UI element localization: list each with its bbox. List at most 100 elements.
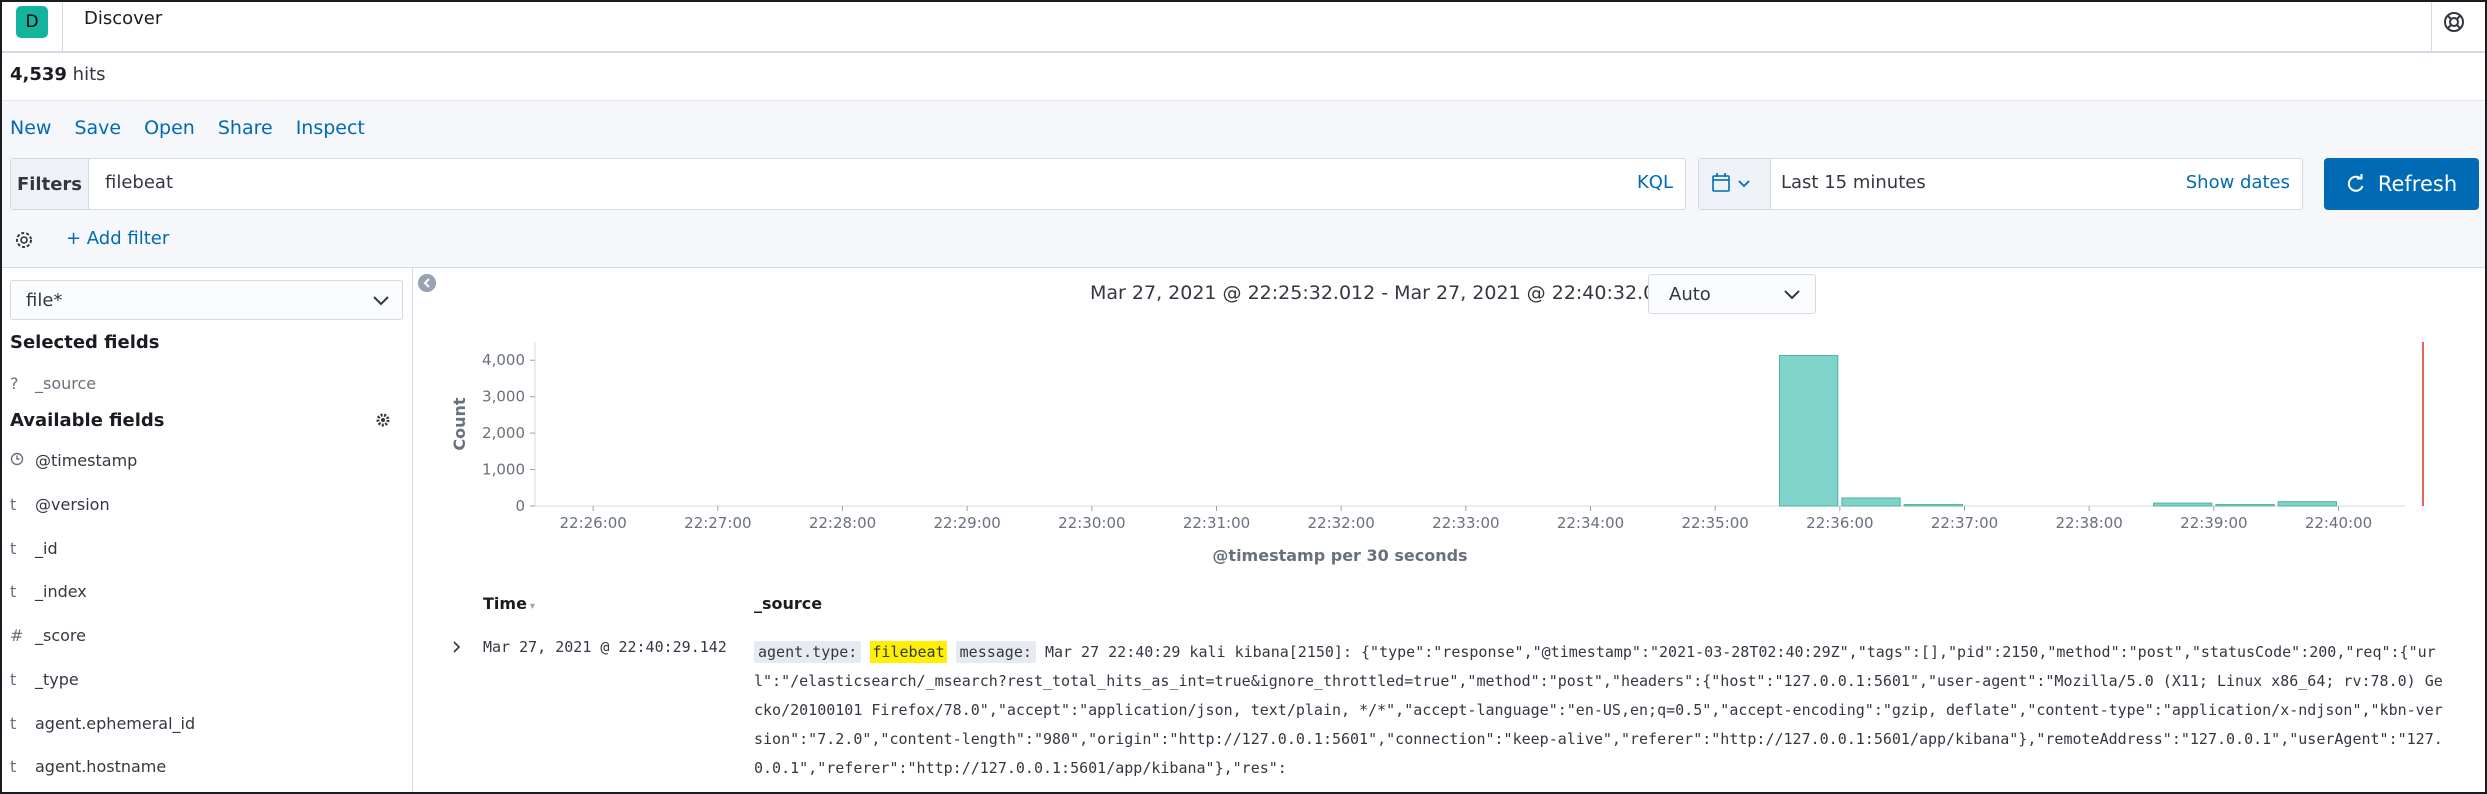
field-name: _index [35,581,87,601]
collapse-sidebar-icon[interactable] [418,274,436,292]
x-tick-label: 22:26:00 [559,514,626,532]
clock-icon [10,451,35,470]
sort-icon[interactable]: ▾ [530,601,535,612]
string-type-icon: t [10,713,17,733]
field-key: agent.type: [754,641,862,663]
field-item[interactable]: t _id [10,536,58,560]
field-name: _type [35,669,79,689]
x-tick-label: 22:34:00 [1557,514,1624,532]
refresh-label: Refresh [2377,172,2458,196]
save-link[interactable]: Save [74,117,121,139]
histogram-bar [1841,497,1901,507]
field-name: @version [35,494,110,514]
x-tick-label: 22:37:00 [1931,514,1998,532]
x-tick-label: 22:39:00 [2180,514,2247,532]
field-name: agent.hostname [35,756,167,776]
hits-label: hits [66,64,106,85]
query-bar[interactable]: Filters filebeat KQL [10,158,1686,210]
field-item[interactable]: # _score [10,623,86,647]
gear-icon[interactable] [375,412,391,428]
x-tick-label: 22:27:00 [684,514,751,532]
field-key: message: [955,641,1036,663]
refresh-button[interactable]: Refresh [2324,158,2479,210]
index-pattern-value: file* [26,290,63,311]
field-item[interactable]: t agent.hostname [10,754,166,778]
field-name: agent.ephemeral_id [35,713,196,733]
field-name: _id [35,538,58,558]
interval-value: Auto [1669,284,1711,305]
date-picker[interactable]: Last 15 minutes Show dates [1698,158,2303,210]
gear-icon[interactable] [12,228,36,252]
y-tick-label: 0 [515,497,525,515]
y-tick-label: 4,000 [482,351,525,369]
x-tick-label: 22:28:00 [809,514,876,532]
x-tick-label: 22:35:00 [1681,514,1748,532]
histogram-bar [1779,354,1839,507]
hits-count: 4,539 hits [10,64,106,85]
add-filter-button[interactable]: + Add filter [66,228,169,249]
histogram-bar [1903,504,1964,507]
y-tick-label: 1,000 [482,461,525,479]
field-item[interactable]: t _type [10,667,79,691]
histogram-bar [2215,504,2275,507]
new-link[interactable]: New [10,117,51,139]
quick-menu-button[interactable] [1699,159,1771,209]
help-icon[interactable] [2440,8,2468,36]
chevron-down-icon [373,296,389,306]
x-tick-label: 22:30:00 [1058,514,1125,532]
x-tick-label: 22:32:00 [1307,514,1374,532]
open-link[interactable]: Open [144,117,195,139]
number-type-icon: # [10,625,24,645]
search-input[interactable]: filebeat [105,172,173,193]
app-logo[interactable]: D [16,6,48,38]
top-nav-menu: New Save Open Share Inspect [10,117,388,139]
show-dates-link[interactable]: Show dates [2186,172,2290,193]
index-pattern-select[interactable]: file* [10,280,403,320]
available-fields-heading: Available fields [10,410,165,431]
y-axis-title: Count [450,397,469,451]
string-type-icon: t [10,494,17,514]
date-range-text[interactable]: Last 15 minutes [1781,172,1926,193]
sidebar-border [412,268,413,794]
x-tick-label: 22:31:00 [1183,514,1250,532]
column-title: Time [483,594,527,613]
chevron-right-icon[interactable] [450,640,464,654]
field-item[interactable]: t _index [10,579,87,603]
field-item[interactable]: t agent.ephemeral_id [10,711,195,735]
top-header: D Discover [0,0,2487,53]
kql-toggle[interactable]: KQL [1637,172,1673,193]
unknown-type-icon: ? [10,373,19,393]
source-column-header: _source [754,594,823,613]
interval-select[interactable]: Auto [1648,274,1816,314]
highlighted-value: filebeat [870,641,947,663]
hits-number: 4,539 [10,64,67,85]
selected-fields-heading: Selected fields [10,332,160,353]
field-name: @timestamp [35,450,138,470]
row-timestamp: Mar 27, 2021 @ 22:40:29.142 [483,638,727,656]
field-item[interactable]: ? _source [10,371,96,395]
time-column-header[interactable]: Time ▾ [483,594,535,613]
inspect-link[interactable]: Inspect [296,117,365,139]
y-tick-label: 2,000 [482,424,525,442]
field-name: _source [35,373,97,393]
y-tick-label: 3,000 [482,388,525,406]
x-tick-label: 22:29:00 [933,514,1000,532]
field-item[interactable]: @timestamp [10,448,137,472]
header-divider [62,0,63,53]
share-link[interactable]: Share [218,117,273,139]
x-tick-label: 22:36:00 [1806,514,1873,532]
histogram-bar [2153,502,2213,507]
histogram-time-range: Mar 27, 2021 @ 22:25:32.012 - Mar 27, 20… [1090,282,1705,304]
page-title: Discover [84,8,163,29]
filters-label: Filters [11,159,89,209]
field-item[interactable]: t @version [10,492,110,516]
string-type-icon: t [10,581,17,601]
refresh-icon [2347,174,2364,192]
histogram-chart: 0 1,000 2,000 3,000 4,000 22:26:00 22:27:00 22:… [450,342,2424,565]
header-divider [2431,0,2432,53]
x-axis-title: @timestamp per 30 seconds [1212,546,1467,565]
row-source: agent.type: filebeat message: Mar 27 22:… [754,638,2444,783]
x-tick-label: 22:33:00 [1432,514,1499,532]
field-name: _score [35,625,86,645]
calendar-icon [1712,173,1750,192]
